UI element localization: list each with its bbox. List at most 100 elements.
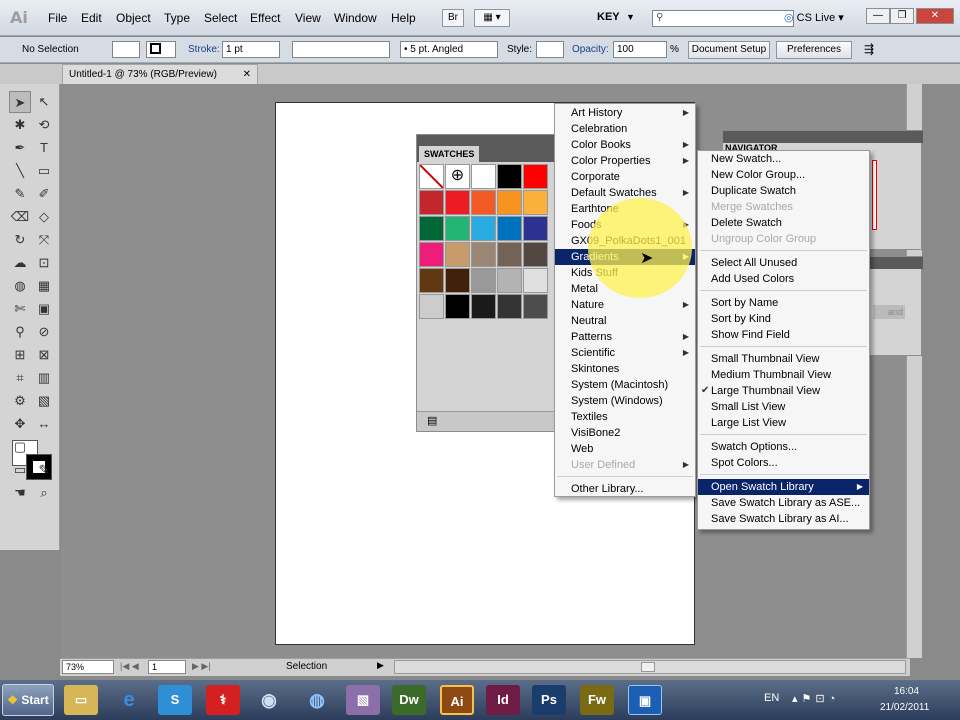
menu-help[interactable]: Help <box>391 11 416 25</box>
tool-29-icon[interactable]: ↔ <box>33 413 55 435</box>
cs-live-button[interactable]: ◎ CS Live ▾ <box>784 11 844 24</box>
panel-menu-sort-by-name[interactable]: Sort by Name <box>698 295 869 311</box>
menu-object[interactable]: Object <box>116 11 151 25</box>
swatch[interactable] <box>523 242 548 267</box>
library-textiles[interactable]: Textiles <box>555 409 695 425</box>
tool-4-icon[interactable]: ✒ <box>9 137 31 159</box>
minimize-button[interactable]: — <box>866 8 890 24</box>
stroke-color-picker[interactable] <box>146 41 176 58</box>
swatch[interactable] <box>445 216 470 241</box>
swatch[interactable] <box>471 190 496 215</box>
menu-select[interactable]: Select <box>204 11 237 25</box>
tool-11-icon[interactable]: ◇ <box>33 206 55 228</box>
swatch[interactable] <box>471 242 496 267</box>
tool-8-icon[interactable]: ✎ <box>9 183 31 205</box>
variable-width-profile[interactable] <box>292 41 390 58</box>
swatch[interactable] <box>419 216 444 241</box>
panel-menu-select-all-unused[interactable]: Select All Unused <box>698 255 869 271</box>
tool-10-icon[interactable]: ⌫ <box>9 206 31 228</box>
library-celebration[interactable]: Celebration <box>555 121 695 137</box>
restore-button[interactable]: ❐ <box>890 8 914 24</box>
document-tab[interactable]: Untitled-1 @ 73% (RGB/Preview) ✕ <box>62 64 258 84</box>
tool-17-icon[interactable]: ▦ <box>33 275 55 297</box>
swatch[interactable] <box>523 190 548 215</box>
swatch[interactable] <box>445 242 470 267</box>
library-default-swatches[interactable]: Default Swatches <box>555 185 695 201</box>
menu-effect[interactable]: Effect <box>250 11 280 25</box>
tool-22-icon[interactable]: ⊞ <box>9 344 31 366</box>
swatch[interactable] <box>497 268 522 293</box>
panel-menu-large-thumbnail-view[interactable]: Large Thumbnail View <box>698 383 869 399</box>
library-art-history[interactable]: Art History <box>555 105 695 121</box>
artboard-number-field[interactable]: 1 <box>148 660 186 674</box>
panel-menu-spot-colors-[interactable]: Spot Colors... <box>698 455 869 471</box>
swatch[interactable] <box>419 294 444 319</box>
other-library-item[interactable]: Other Library... <box>555 481 695 497</box>
document-setup-button[interactable]: Document Setup <box>688 41 770 59</box>
media-player-icon[interactable]: ◉ <box>252 685 286 715</box>
library-earthtone[interactable]: Earthtone <box>555 201 695 217</box>
acrobat-icon[interactable]: ⚕ <box>206 685 240 715</box>
library-skintones[interactable]: Skintones <box>555 361 695 377</box>
tool-20-icon[interactable]: ⚲ <box>9 321 31 343</box>
panel-button[interactable]: and <box>873 305 905 319</box>
preferences-button[interactable]: Preferences <box>776 41 852 59</box>
taskbar-ai-icon[interactable]: Ai <box>440 685 474 715</box>
swatch[interactable] <box>471 216 496 241</box>
explorer-icon[interactable]: ▭ <box>64 685 98 715</box>
fill-color-picker[interactable] <box>112 41 140 58</box>
search-input[interactable]: ⚲ <box>652 10 794 27</box>
library-patterns[interactable]: Patterns <box>555 329 695 345</box>
tool-15-icon[interactable]: ⊡ <box>33 252 55 274</box>
tool-7-icon[interactable]: ▭ <box>33 160 55 182</box>
swatch[interactable] <box>419 268 444 293</box>
library-system-windows-[interactable]: System (Windows) <box>555 393 695 409</box>
tool-5-icon[interactable]: T <box>33 137 55 159</box>
language-indicator[interactable]: EN <box>764 692 779 704</box>
library-visibone2[interactable]: VisiBone2 <box>555 425 695 441</box>
panel-menu-large-list-view[interactable]: Large List View <box>698 415 869 431</box>
panel-menu-small-thumbnail-view[interactable]: Small Thumbnail View <box>698 351 869 367</box>
tool-3-icon[interactable]: ⟲ <box>33 114 55 136</box>
library-color-books[interactable]: Color Books <box>555 137 695 153</box>
swatch[interactable] <box>523 294 548 319</box>
horizontal-scrollbar[interactable] <box>394 660 906 674</box>
panel-menu-open-swatch-library[interactable]: Open Swatch Library <box>698 479 869 495</box>
library-corporate[interactable]: Corporate <box>555 169 695 185</box>
panel-menu-duplicate-swatch[interactable]: Duplicate Swatch <box>698 183 869 199</box>
swatch[interactable] <box>497 190 522 215</box>
tool-34-icon[interactable]: ☚ <box>9 482 31 504</box>
swatch[interactable] <box>523 164 548 189</box>
panel-menu-new-swatch-[interactable]: New Swatch... <box>698 151 869 167</box>
library-gradients[interactable]: Gradients <box>555 249 695 265</box>
tool-21-icon[interactable]: ⊘ <box>33 321 55 343</box>
panel-menu-show-find-field[interactable]: Show Find Field <box>698 327 869 343</box>
tool-30-icon[interactable]: ▢ <box>9 436 31 458</box>
none-swatch[interactable] <box>419 164 444 189</box>
taskbar-ps-icon[interactable]: Ps <box>532 685 566 715</box>
menu-file[interactable]: File <box>48 11 67 25</box>
tool-23-icon[interactable]: ⊠ <box>33 344 55 366</box>
close-tab-icon[interactable]: ✕ <box>243 65 251 84</box>
swatch[interactable] <box>497 164 522 189</box>
close-button[interactable]: ✕ <box>916 8 954 24</box>
first-artboard-icon[interactable]: |◀ ◀ <box>120 661 139 672</box>
stroke-weight-field[interactable]: 1 pt <box>222 41 280 58</box>
internet-explorer-icon[interactable]: e <box>112 685 146 715</box>
next-artboard-icon[interactable]: ▶ ▶| <box>192 661 211 672</box>
tool-14-icon[interactable]: ☁ <box>9 252 31 274</box>
swatch[interactable] <box>497 294 522 319</box>
library-gx09-polkadots1-001[interactable]: GX09_PolkaDots1_001 <box>555 233 695 249</box>
tool-1-icon[interactable]: ↖ <box>33 91 55 113</box>
tool-18-icon[interactable]: ✄ <box>9 298 31 320</box>
swatch[interactable] <box>497 242 522 267</box>
tool-0-icon[interactable]: ➤ <box>9 91 31 113</box>
swatch[interactable] <box>523 216 548 241</box>
tool-13-icon[interactable]: ⤧ <box>33 229 55 251</box>
swatch[interactable] <box>471 164 496 189</box>
panel-menu-new-color-group-[interactable]: New Color Group... <box>698 167 869 183</box>
library-color-properties[interactable]: Color Properties <box>555 153 695 169</box>
tool-33-icon[interactable]: ✎ <box>33 459 55 481</box>
swatches-tab[interactable]: SWATCHES <box>419 146 479 162</box>
library-foods[interactable]: Foods <box>555 217 695 233</box>
